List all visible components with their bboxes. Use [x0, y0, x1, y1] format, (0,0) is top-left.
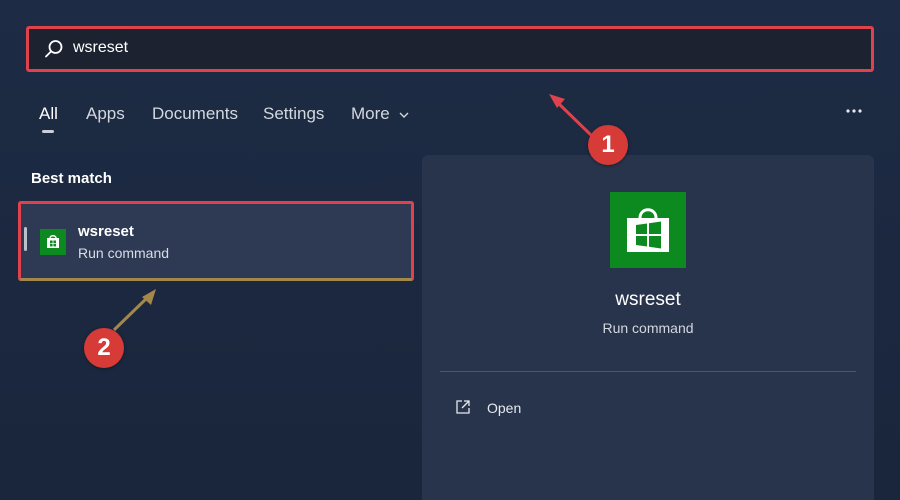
tab-more[interactable]: More [351, 104, 409, 124]
result-app-name: wsreset [78, 223, 134, 240]
preview-divider [440, 371, 856, 372]
tab-all[interactable]: All [39, 104, 58, 133]
result-app-type: Run command [78, 245, 170, 261]
tab-settings[interactable]: Settings [263, 104, 324, 124]
open-action-button[interactable]: Open [452, 397, 652, 419]
annotation-badge-1: 1 [588, 125, 628, 165]
microsoft-store-icon [610, 192, 686, 268]
selection-indicator [24, 227, 27, 251]
chevron-down-icon [399, 112, 409, 118]
more-options-icon[interactable] [842, 103, 868, 119]
search-query-text: wsreset [73, 39, 129, 56]
annotation-badge-2: 2 [84, 328, 124, 368]
annotation-arrowhead-1 [549, 94, 565, 108]
best-match-heading: Best match [31, 170, 112, 187]
tab-apps-label: Apps [86, 104, 125, 123]
tab-documents[interactable]: Documents [152, 104, 238, 124]
preview-app-name: wsreset [615, 289, 681, 310]
open-external-icon [456, 400, 470, 414]
tab-apps[interactable]: Apps [86, 104, 125, 124]
preview-app-type: Run command [602, 320, 694, 336]
tab-more-label: More [351, 104, 390, 123]
annotation-arrow-1 [554, 99, 595, 139]
active-tab-indicator [42, 130, 54, 133]
preview-panel: wsreset Run command Open [422, 155, 874, 500]
search-input[interactable]: wsreset [26, 26, 874, 72]
tab-all-label: All [39, 104, 58, 123]
open-action-label: Open [487, 400, 522, 416]
annotation-arrowhead-2 [142, 289, 156, 305]
tab-documents-label: Documents [152, 104, 238, 123]
annotation-arrow-2 [112, 294, 151, 332]
best-match-result-item[interactable]: wsreset Run command [18, 201, 414, 281]
search-icon [45, 40, 63, 58]
microsoft-store-icon [40, 229, 66, 255]
tab-settings-label: Settings [263, 104, 325, 123]
